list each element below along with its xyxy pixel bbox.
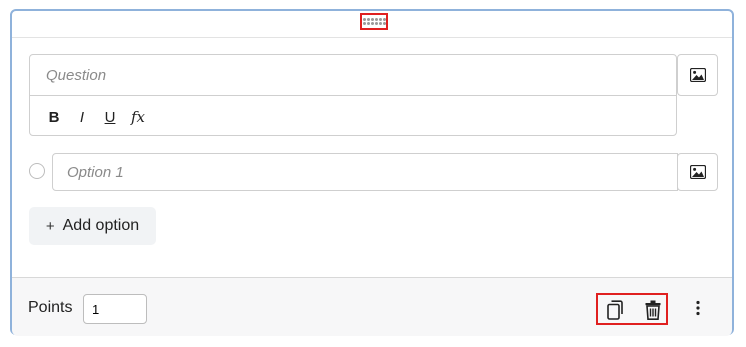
add-option-button[interactable]: + Add option xyxy=(29,207,156,245)
add-option-label: Add option xyxy=(62,217,140,234)
question-image-button[interactable] xyxy=(677,54,718,96)
underline-button[interactable]: U xyxy=(96,105,124,129)
duplicate-button[interactable] xyxy=(604,299,626,321)
plus-icon: + xyxy=(45,217,55,235)
formula-button[interactable]: fx xyxy=(124,105,152,129)
drag-bar xyxy=(12,11,732,38)
format-toolbar: B I U fx xyxy=(40,105,152,129)
trash-icon xyxy=(645,300,661,320)
copy-icon xyxy=(607,300,623,320)
card-actions xyxy=(596,293,668,325)
more-vertical-icon xyxy=(696,300,700,316)
image-icon xyxy=(689,68,706,82)
points-label: Points xyxy=(28,299,73,316)
option-input[interactable] xyxy=(52,153,678,191)
question-input[interactable] xyxy=(30,55,676,96)
drag-handle[interactable] xyxy=(360,13,388,30)
image-icon xyxy=(689,165,706,179)
option-image-button[interactable] xyxy=(677,153,718,191)
drag-dots-icon xyxy=(362,18,386,25)
question-card: B I U fx + Add option Points xyxy=(10,9,734,336)
delete-button[interactable] xyxy=(642,299,664,321)
option-radio[interactable] xyxy=(29,163,45,179)
points-input[interactable] xyxy=(83,294,147,324)
bold-button[interactable]: B xyxy=(40,105,68,129)
italic-button[interactable]: I xyxy=(68,105,96,129)
card-footer: Points xyxy=(12,277,732,336)
question-editor: B I U fx xyxy=(29,54,677,136)
more-options-button[interactable] xyxy=(688,297,708,319)
